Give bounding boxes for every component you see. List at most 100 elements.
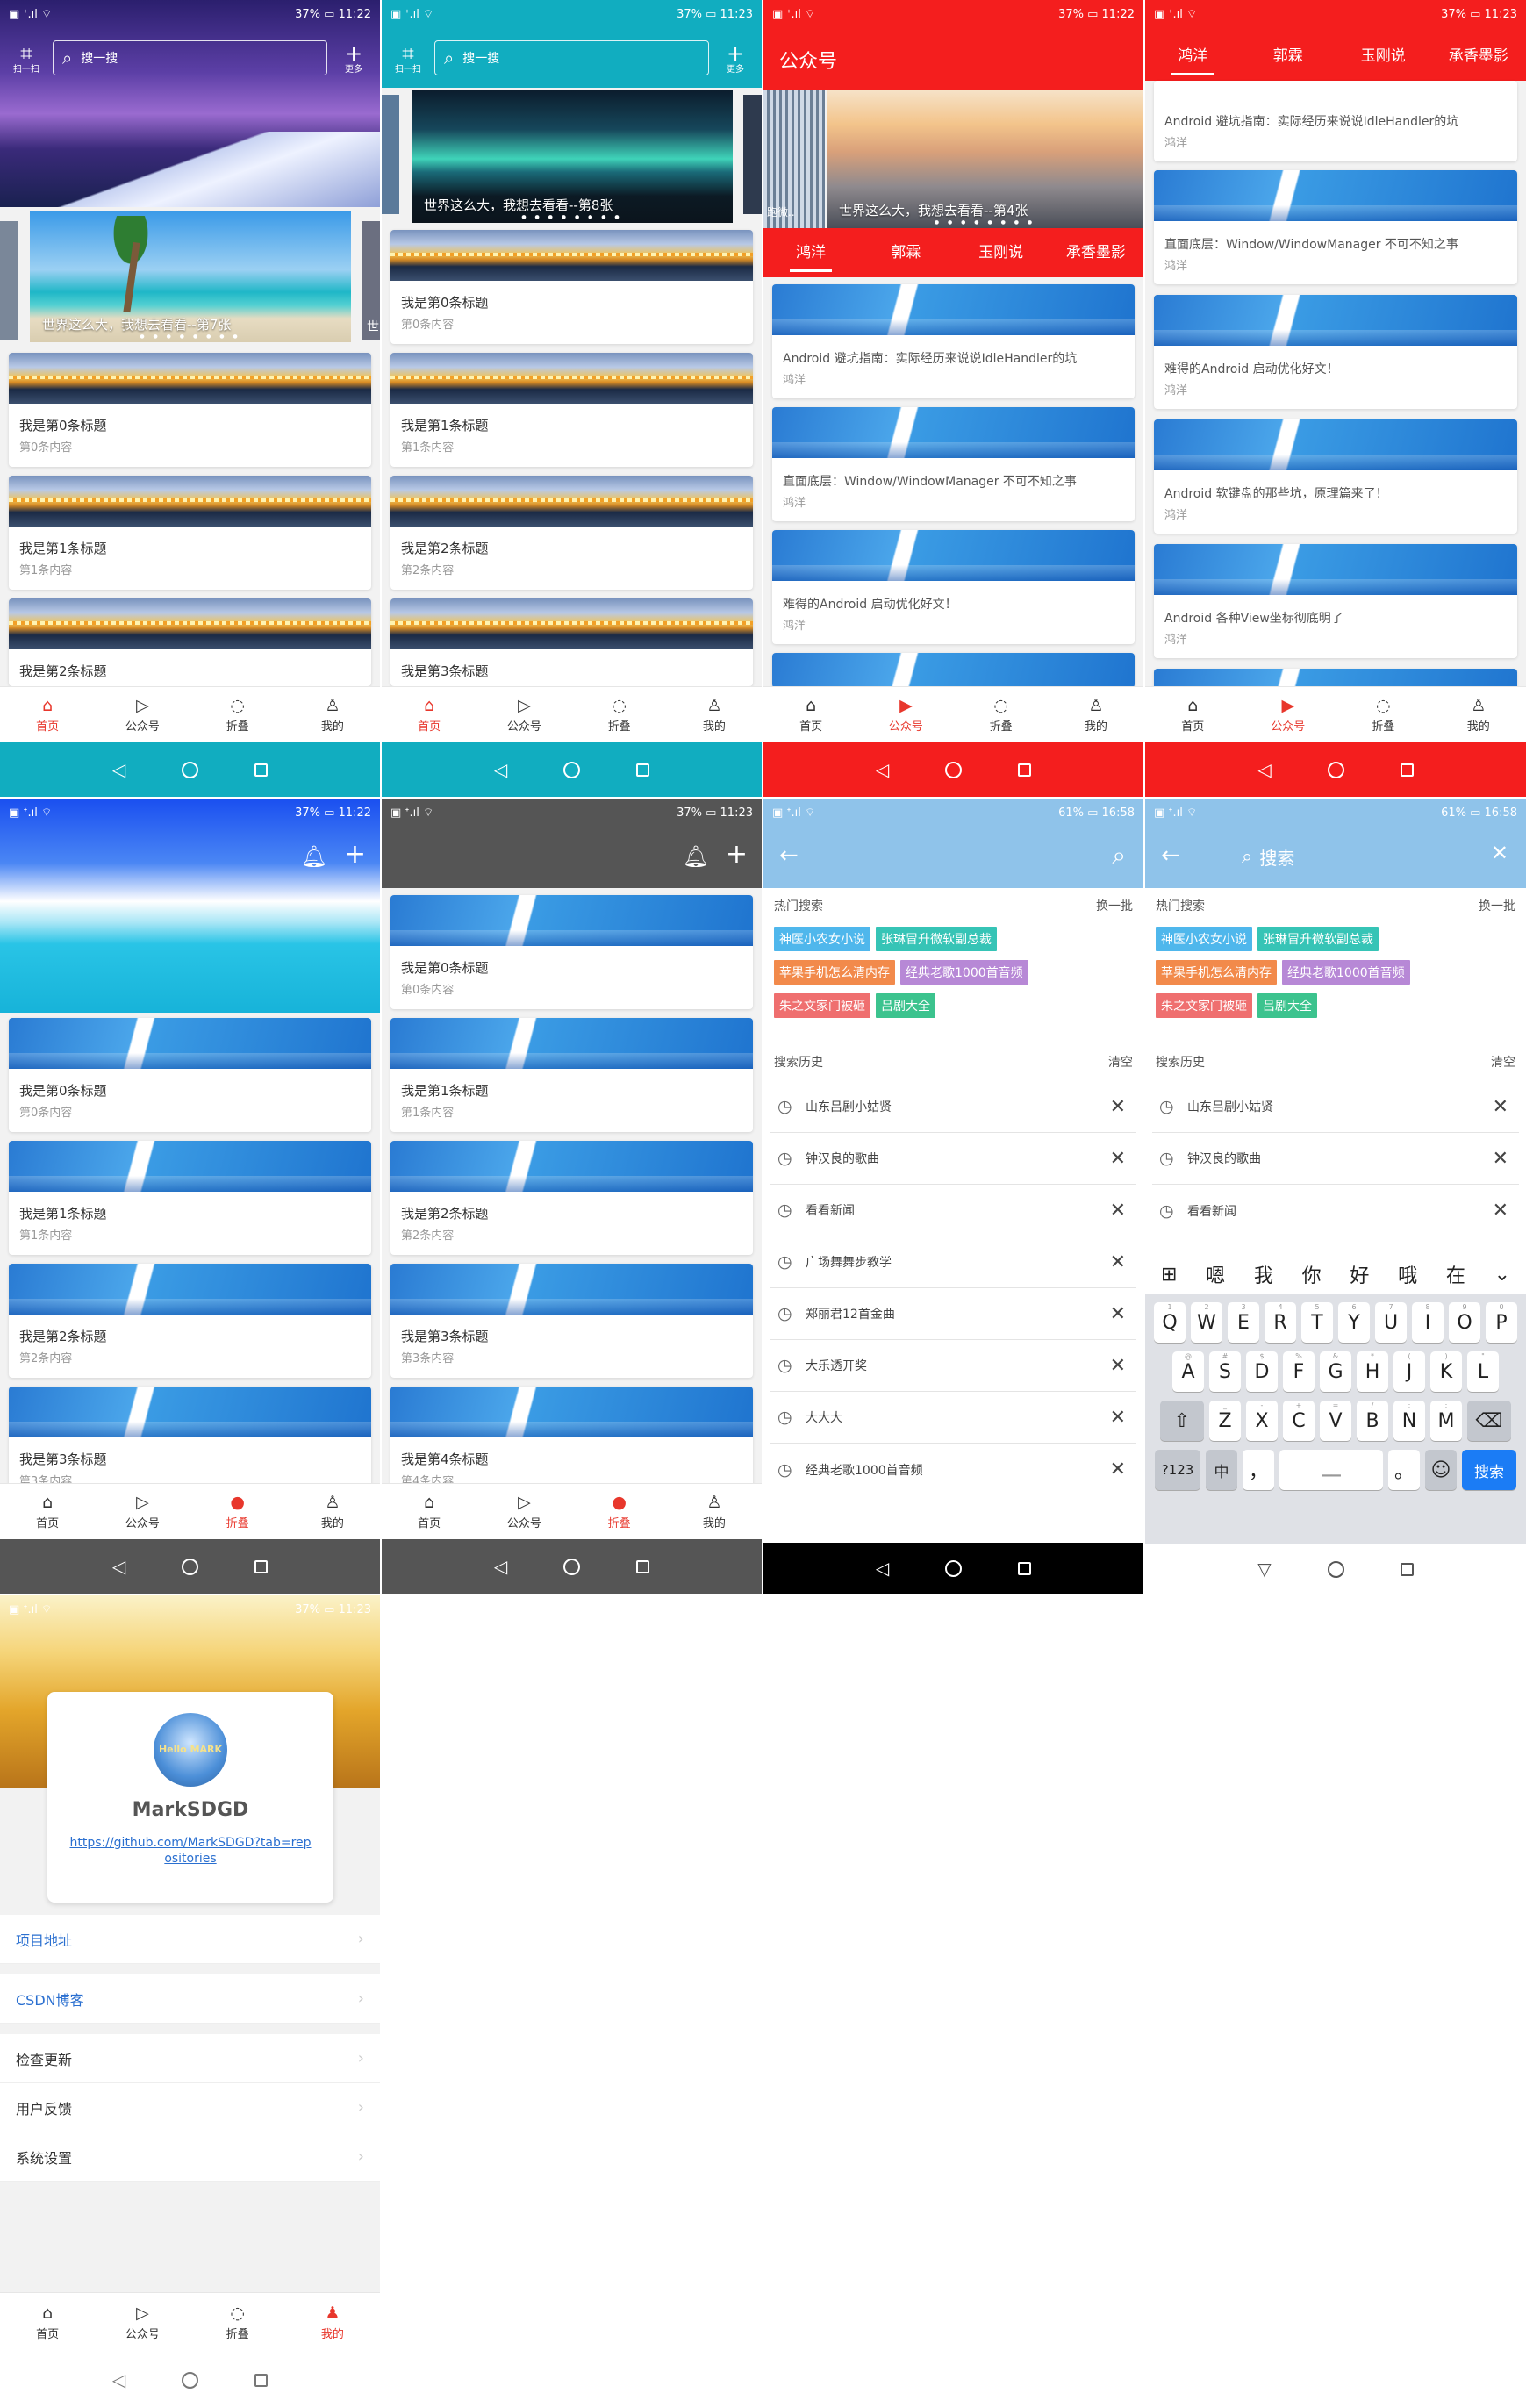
home-circle-icon[interactable] — [945, 761, 963, 778]
nav-fold[interactable]: ◌ 折叠 — [572, 687, 667, 742]
article-card[interactable]: Android 各种View坐标彻底明了 鸿洋 — [1154, 544, 1517, 658]
menu-item-project[interactable]: 项目地址 › — [0, 1915, 380, 1964]
delete-icon[interactable]: ✕ — [1110, 1303, 1126, 1325]
delete-icon[interactable]: ✕ — [1110, 1096, 1126, 1118]
nav-gzh[interactable]: ▷ 公众号 — [95, 687, 190, 742]
key[interactable]: 7U — [1375, 1302, 1407, 1343]
carousel-banner[interactable]: 世界这么大，我想去看看--第8张 ● ● ● ● ● ● ● ● — [412, 90, 733, 223]
more-button[interactable]: + 更多 — [336, 42, 371, 75]
back-icon[interactable]: ◁ — [876, 1558, 889, 1579]
nav-fold[interactable]: ◌ 折叠 — [1336, 687, 1431, 742]
home-circle-icon[interactable] — [182, 2371, 199, 2389]
history-item[interactable]: ◷ 大乐透开奖 ✕ — [770, 1340, 1136, 1392]
hot-tag[interactable]: 经典老歌1000首音频 — [1282, 960, 1410, 985]
list-item[interactable]: 我是第1条标题 第1条内容 — [9, 1141, 371, 1255]
nav-home[interactable]: ⌂ 首页 — [0, 2293, 95, 2352]
history-item[interactable]: ◷ 钟汉良的歌曲 ✕ — [1152, 1133, 1519, 1185]
recents-icon[interactable] — [254, 1559, 269, 1573]
home-circle-icon[interactable] — [182, 1558, 199, 1575]
list-item[interactable]: 我是第2条标题 第2条内容 — [390, 476, 753, 590]
list-item[interactable]: 我是第1条标题 第1条内容 — [390, 1018, 753, 1132]
key[interactable]: = V — [1320, 1401, 1351, 1441]
period-key[interactable]: 。 — [1388, 1450, 1420, 1490]
delete-icon[interactable]: ✕ — [1110, 1251, 1126, 1273]
grid-icon[interactable]: ⊞ — [1161, 1264, 1177, 1286]
back-icon[interactable]: ◁ — [112, 759, 125, 780]
history-item[interactable]: ◷ 郑丽君12首金曲 ✕ — [770, 1288, 1136, 1340]
history-item[interactable]: ◷ 钟汉良的歌曲 ✕ — [770, 1133, 1136, 1185]
recents-icon[interactable] — [1018, 763, 1032, 777]
home-circle-icon[interactable] — [945, 1559, 963, 1577]
search-field[interactable]: ⌕ 搜索 — [1242, 844, 1294, 870]
avatar[interactable]: Hello MARK — [154, 1713, 227, 1787]
key[interactable]: 8I — [1412, 1302, 1444, 1343]
key[interactable]: @ A — [1172, 1351, 1204, 1392]
scan-button[interactable]: ⌗ 扫一扫 — [390, 42, 426, 75]
key[interactable]: -X — [1246, 1401, 1278, 1441]
delete-icon[interactable]: ✕ — [1493, 1096, 1508, 1118]
candidate-word[interactable]: 我 — [1254, 1260, 1273, 1288]
shift-key[interactable]: ⇧ — [1160, 1401, 1204, 1441]
back-icon[interactable]: ▽ — [1257, 1559, 1271, 1580]
profile-link[interactable]: https://github.com/MarkSDGD?tab=reposito… — [68, 1835, 312, 1867]
nav-mine[interactable]: ♙ 我的 — [667, 1484, 762, 1539]
key[interactable]: " L — [1467, 1351, 1499, 1392]
search-icon[interactable]: ⌕ — [1112, 841, 1126, 871]
more-button[interactable]: + 更多 — [718, 42, 753, 75]
nav-gzh[interactable]: ▶ 公众号 — [1241, 687, 1336, 742]
nav-gzh[interactable]: ▷ 公众号 — [476, 1484, 571, 1539]
article-card[interactable]: Android 软键盘的那些坑，原理篇来了！ 鸿洋 — [1154, 419, 1517, 534]
nav-fold[interactable]: ● 折叠 — [190, 1484, 285, 1539]
tab-hongyang[interactable]: 鸿洋 — [1145, 32, 1241, 81]
article-card[interactable]: 直面底层：Window/WindowManager 不可不知之事 鸿洋 — [772, 407, 1135, 521]
recents-icon[interactable] — [254, 763, 269, 777]
nav-home[interactable]: ⌂ 首页 — [1145, 687, 1241, 742]
nav-fold[interactable]: ◌ 折叠 — [954, 687, 1049, 742]
nav-home[interactable]: ⌂ 首页 — [0, 687, 95, 742]
symbols-key[interactable]: ?123 — [1155, 1450, 1200, 1490]
back-icon[interactable]: ◁ — [494, 1556, 507, 1577]
article-card[interactable]: 难得的Android 启动优化好文！ 鸿洋 — [772, 530, 1135, 644]
hot-tag[interactable]: 吕剧大全 — [1257, 993, 1317, 1018]
back-icon[interactable]: ◁ — [876, 759, 889, 780]
candidate-word[interactable]: 你 — [1302, 1260, 1322, 1288]
key[interactable]: 9O — [1449, 1302, 1480, 1343]
nav-mine[interactable]: ♙ 我的 — [667, 687, 762, 742]
key[interactable]: & G — [1320, 1351, 1351, 1392]
nav-home[interactable]: ⌂ 首页 — [382, 687, 476, 742]
delete-icon[interactable]: ✕ — [1110, 1407, 1126, 1429]
recents-icon[interactable] — [1400, 1562, 1414, 1576]
candidate-word[interactable]: 在 — [1446, 1260, 1465, 1288]
hot-tag[interactable]: 神医小农女小说 — [774, 927, 870, 951]
home-circle-icon[interactable] — [563, 1558, 581, 1575]
nav-gzh[interactable]: ▷ 公众号 — [95, 2293, 190, 2352]
key[interactable]: # S — [1209, 1351, 1241, 1392]
list-item[interactable]: 我是第0条标题 第0条内容 — [9, 353, 371, 467]
carousel-banner[interactable]: 世界这么大，我想去看看--第7张 ● ● ● ● ● ● ● ● — [30, 211, 351, 342]
tab-guolin[interactable]: 郭霖 — [858, 228, 953, 277]
article-card[interactable]: 难得的Android 启动优化好文！ 鸿洋 — [1154, 295, 1517, 409]
hot-tag[interactable]: 朱之文家门被砸 — [1156, 993, 1252, 1018]
tab-yugang[interactable]: 玉刚说 — [1336, 32, 1431, 81]
menu-item-feedback[interactable]: 用户反馈 › — [0, 2083, 380, 2132]
search-input[interactable]: ⌕ 搜一搜 — [53, 40, 327, 75]
home-circle-icon[interactable] — [563, 761, 581, 778]
back-arrow-icon[interactable]: ← — [1161, 842, 1180, 869]
refresh-button[interactable]: 换一批 — [1479, 897, 1515, 914]
nav-gzh[interactable]: ▷ 公众号 — [95, 1484, 190, 1539]
key[interactable]: 3E — [1228, 1302, 1259, 1343]
key[interactable]: ; N — [1393, 1401, 1425, 1441]
delete-icon[interactable]: ✕ — [1110, 1200, 1126, 1222]
list-item[interactable]: 我是第0条标题 第0条内容 — [9, 1018, 371, 1132]
add-icon[interactable]: + — [344, 839, 366, 870]
delete-icon[interactable]: ✕ — [1493, 1148, 1508, 1170]
tab-chengxiang[interactable]: 承香墨影 — [1049, 228, 1143, 277]
list-item[interactable]: 我是第1条标题 第1条内容 — [390, 353, 753, 467]
nav-gzh[interactable]: ▷ 公众号 — [476, 687, 571, 742]
back-arrow-icon[interactable]: ← — [779, 842, 799, 869]
nav-fold[interactable]: ◌ 折叠 — [190, 687, 285, 742]
key[interactable]: ) K — [1430, 1351, 1462, 1392]
candidate-word[interactable]: 哦 — [1398, 1260, 1417, 1288]
delete-icon[interactable]: ✕ — [1110, 1458, 1126, 1480]
language-key[interactable]: 中 — [1206, 1450, 1237, 1490]
